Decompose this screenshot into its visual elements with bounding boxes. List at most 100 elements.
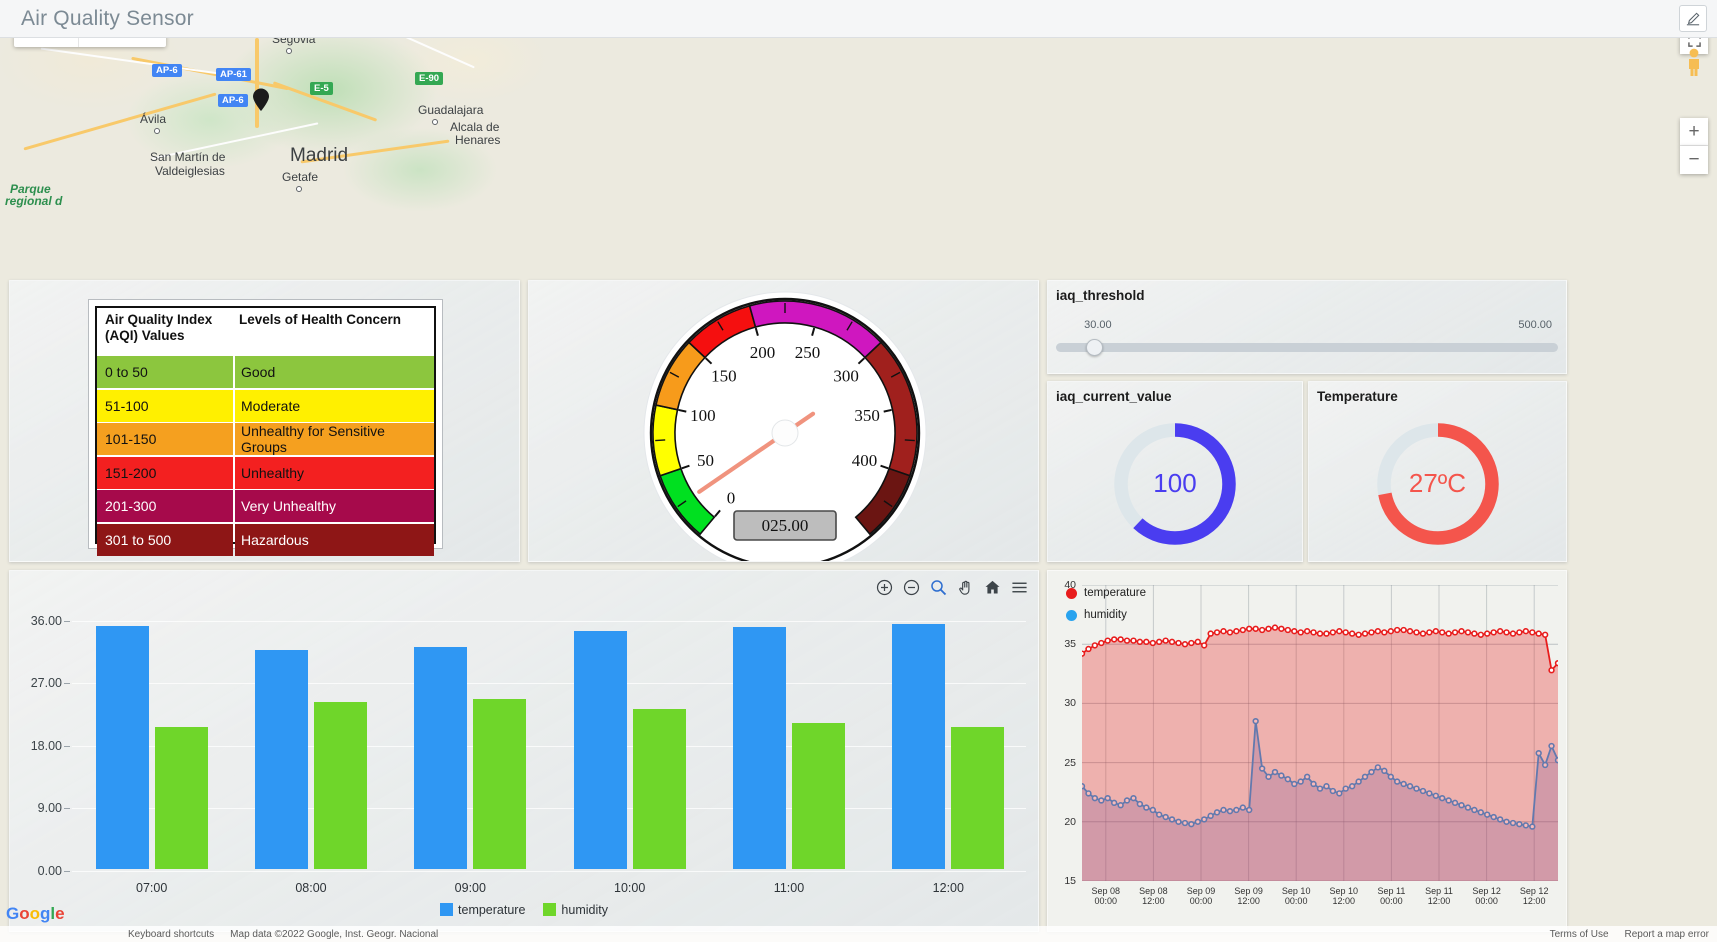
line-marker-temperature	[1543, 632, 1548, 637]
map-road	[23, 92, 216, 150]
iaq-current-value-card: iaq_current_value 100	[1047, 381, 1303, 562]
map-keyboard-shortcuts[interactable]: Keyboard shortcuts	[120, 929, 222, 940]
gauge-tick-label: 0	[727, 488, 736, 507]
edit-pencil-icon	[1686, 12, 1700, 26]
line-marker-temperature	[1183, 642, 1188, 647]
line-marker-temperature	[1247, 626, 1252, 631]
line-marker-temperature	[1215, 630, 1220, 635]
line-marker-temperature	[1472, 631, 1477, 636]
aqi-header-values: Air Quality Index (AQI) Values	[97, 308, 233, 356]
bar-temperature[interactable]	[96, 626, 149, 869]
bar-humidity[interactable]	[633, 709, 686, 869]
bar-group: 07:00	[72, 607, 231, 869]
aqi-table-row: 151-200Unhealthy	[97, 457, 434, 489]
bar-legend-item[interactable]: temperature	[440, 903, 525, 917]
bar-temperature[interactable]	[574, 631, 627, 869]
bar-gridline	[72, 871, 1026, 872]
line-marker-temperature	[1382, 630, 1387, 635]
line-marker-temperature	[1112, 637, 1117, 642]
zoom-in-icon[interactable]	[876, 579, 893, 596]
aqi-table-row: 301 to 500Hazardous	[97, 524, 434, 556]
line-legend-label: temperature	[1084, 587, 1146, 599]
map-location-marker[interactable]	[252, 88, 270, 112]
bar-temperature[interactable]	[414, 647, 467, 869]
map-zoom-in-button[interactable]: +	[1680, 118, 1708, 146]
zoom-out-icon[interactable]	[903, 579, 920, 596]
temperature-value-number: 27ºC	[1309, 468, 1566, 499]
line-marker-temperature	[1549, 668, 1554, 673]
line-legend-item[interactable]: humidity	[1066, 609, 1146, 621]
bar-x-tick: 12:00	[933, 881, 964, 895]
line-marker-temperature	[1356, 632, 1361, 637]
line-marker-temperature	[1433, 629, 1438, 634]
line-marker-temperature	[1137, 639, 1142, 644]
line-marker-temperature	[1504, 630, 1509, 635]
line-x-tick: Sep 12 00:00	[1472, 886, 1501, 907]
aqi-level-cell: Moderate	[235, 390, 434, 422]
map-report-error[interactable]: Report a map error	[1617, 929, 1717, 940]
map-highway-shield: AP-61	[216, 68, 251, 81]
line-marker-temperature	[1082, 651, 1084, 656]
gauge-tick-label: 350	[854, 406, 880, 425]
line-marker-temperature	[1369, 630, 1374, 635]
aqi-level-cell: Hazardous	[235, 524, 434, 556]
line-legend-item[interactable]: temperature	[1066, 587, 1146, 599]
aqi-table-row: 101-150Unhealthy for Sensitive Groups	[97, 423, 434, 455]
iaq-gauge-card: 050100150200250300350400025.00	[528, 280, 1039, 562]
map-terms-of-use[interactable]: Terms of Use	[1542, 929, 1617, 940]
line-marker-temperature	[1478, 632, 1483, 637]
iaq-gauge: 050100150200250300350400025.00	[529, 281, 1039, 562]
line-marker-temperature	[1388, 629, 1393, 634]
map-city-label: San Martín de	[150, 150, 225, 164]
line-marker-temperature	[1144, 639, 1149, 644]
bar-legend-item[interactable]: humidity	[543, 903, 608, 917]
iaq-threshold-slider[interactable]	[1056, 343, 1558, 352]
bar-humidity[interactable]	[155, 727, 208, 869]
bar-temperature[interactable]	[733, 627, 786, 869]
map-zoom-out-button[interactable]: −	[1680, 146, 1708, 174]
line-marker-temperature	[1311, 630, 1316, 635]
zoom-select-icon[interactable]	[930, 579, 947, 596]
line-marker-temperature	[1170, 639, 1175, 644]
bar-humidity[interactable]	[314, 702, 367, 869]
bar-humidity[interactable]	[473, 699, 526, 869]
bar-group: 11:00	[709, 607, 868, 869]
iaq-threshold-slider-handle[interactable]	[1086, 339, 1103, 356]
map-city-label: Valdeiglesias	[155, 164, 225, 178]
map-street-view-button[interactable]	[1680, 48, 1708, 76]
top-bar: Air Quality Sensor	[0, 0, 1717, 38]
map-city-label: Alcala de	[450, 120, 499, 134]
line-marker-temperature	[1157, 639, 1162, 644]
aqi-header-levels: Levels of Health Concern	[233, 308, 434, 356]
line-y-tick: 15	[1064, 875, 1076, 887]
bar-humidity[interactable]	[951, 727, 1004, 869]
aqi-range-cell: 0 to 50	[97, 356, 233, 388]
line-marker-temperature	[1163, 638, 1168, 643]
line-marker-temperature	[1485, 631, 1490, 636]
line-marker-temperature	[1273, 625, 1278, 630]
street-view-pegman-icon	[1684, 47, 1704, 77]
line-marker-temperature	[1459, 629, 1464, 634]
home-icon[interactable]	[984, 579, 1001, 596]
gauge-tick-label: 200	[750, 343, 776, 362]
line-x-tick: Sep 12 12:00	[1520, 886, 1549, 907]
line-marker-temperature	[1285, 628, 1290, 633]
line-marker-temperature	[1292, 629, 1297, 634]
pan-hand-icon[interactable]	[957, 579, 974, 596]
hamburger-menu-icon[interactable]	[1011, 579, 1028, 596]
bar-temperature[interactable]	[892, 624, 945, 869]
line-x-tick: Sep 09 00:00	[1187, 886, 1216, 907]
bar-temperature[interactable]	[255, 650, 308, 869]
bar-x-tick: 10:00	[614, 881, 645, 895]
line-marker-temperature	[1260, 628, 1265, 633]
map-city-dot	[286, 48, 292, 54]
map-data-attribution: Map data ©2022 Google, Inst. Geogr. Naci…	[222, 929, 446, 940]
line-x-tick: Sep 10 00:00	[1282, 886, 1311, 907]
bar-humidity[interactable]	[792, 723, 845, 869]
line-marker-temperature	[1105, 638, 1110, 643]
bar-chart-toolbar[interactable]	[876, 579, 1028, 596]
line-marker-temperature	[1408, 629, 1413, 634]
map-city-label: Guadalajara	[418, 103, 483, 117]
edit-dashboard-button[interactable]	[1679, 5, 1707, 32]
bar-legend-swatch	[543, 903, 556, 916]
